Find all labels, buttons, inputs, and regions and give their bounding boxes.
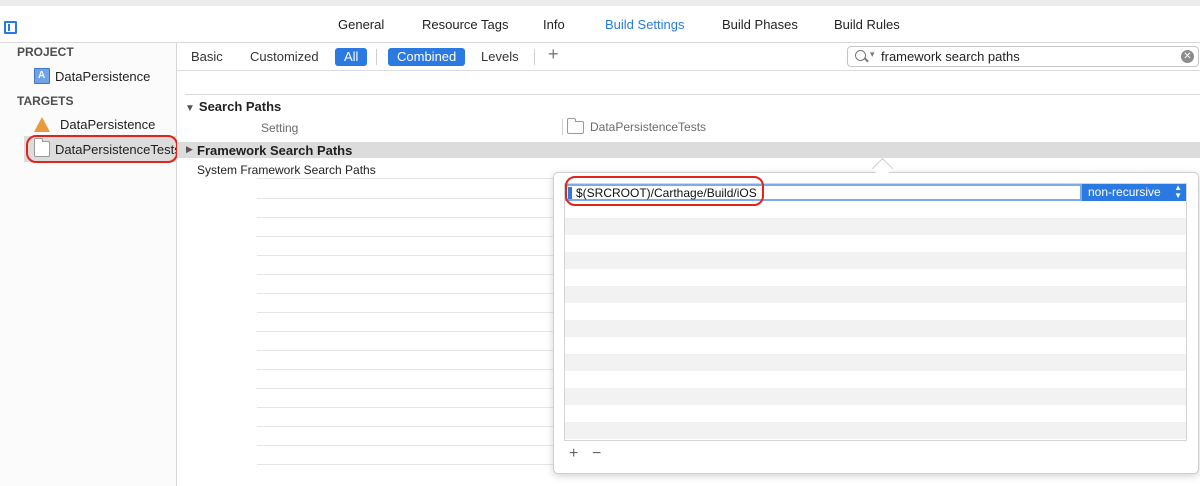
list-item[interactable] xyxy=(565,354,1186,371)
divider xyxy=(257,426,557,427)
search-input[interactable]: ▾ framework search paths ✕ xyxy=(847,46,1199,67)
sidebar-toggle-icon[interactable] xyxy=(4,21,17,34)
list-item[interactable] xyxy=(565,286,1186,303)
project-section-header: PROJECT xyxy=(17,45,74,59)
setting-name: Framework Search Paths xyxy=(197,143,353,158)
column-header-setting: Setting xyxy=(261,121,299,135)
test-bundle-icon xyxy=(567,117,584,134)
recursion-value: non-recursive xyxy=(1088,185,1161,199)
list-item[interactable] xyxy=(565,303,1186,320)
add-setting-button[interactable]: + xyxy=(548,44,559,65)
search-icon xyxy=(855,50,866,61)
clear-icon[interactable]: ✕ xyxy=(1181,50,1194,63)
divider xyxy=(257,369,557,370)
setting-name[interactable]: System Framework Search Paths xyxy=(197,163,376,177)
targets-section-header: TARGETS xyxy=(17,94,74,108)
editor-tab-bar: General Resource Tags Info Build Setting… xyxy=(0,6,1200,43)
tab-general[interactable]: General xyxy=(338,17,384,32)
divider xyxy=(534,49,535,65)
filter-all[interactable]: All xyxy=(335,48,368,66)
search-value: framework search paths xyxy=(881,49,1020,64)
divider xyxy=(257,331,557,332)
list-item[interactable] xyxy=(565,320,1186,337)
sidebar-item-label: DataPersistence xyxy=(60,116,156,132)
sidebar-item-project[interactable]: DataPersistence xyxy=(34,66,150,86)
list-item[interactable] xyxy=(565,422,1186,439)
divider xyxy=(257,217,557,218)
divider xyxy=(257,350,557,351)
divider xyxy=(257,407,557,408)
column-header-target: DataPersistenceTests xyxy=(567,117,707,134)
tab-resource-tags[interactable]: Resource Tags xyxy=(422,17,508,32)
build-settings-filter-bar: Basic Customized All Combined Levels + ▾… xyxy=(177,43,1200,71)
disclosure-triangle-icon: ▶ xyxy=(186,144,193,154)
annotation-highlight-ring xyxy=(565,176,764,206)
chevron-down-icon: ▾ xyxy=(870,49,875,59)
tab-info[interactable]: Info xyxy=(543,17,565,32)
divider xyxy=(257,388,557,389)
list-item[interactable] xyxy=(565,388,1186,405)
table-row[interactable]: ▶ Framework Search Paths xyxy=(177,142,1200,158)
project-navigator: PROJECT DataPersistence TARGETS DataPers… xyxy=(0,43,181,486)
list-item[interactable] xyxy=(565,269,1186,286)
column-divider xyxy=(562,119,563,135)
list-item[interactable] xyxy=(565,218,1186,235)
list-item[interactable] xyxy=(565,371,1186,388)
sidebar-item-label: DataPersistence xyxy=(55,68,151,84)
divider xyxy=(185,94,1200,95)
tab-build-rules[interactable]: Build Rules xyxy=(834,17,900,32)
view-combined[interactable]: Combined xyxy=(388,48,466,66)
section-title: Search Paths xyxy=(198,99,282,114)
view-levels[interactable]: Levels xyxy=(481,49,519,64)
divider xyxy=(376,49,377,65)
divider xyxy=(257,236,557,237)
filter-basic[interactable]: Basic xyxy=(191,49,223,64)
search-paths-popover: $(SRCROOT)/Carthage/Build/iOS non-recurs… xyxy=(553,172,1199,474)
divider xyxy=(257,445,557,446)
list-item[interactable] xyxy=(565,405,1186,422)
filter-customized[interactable]: Customized xyxy=(250,49,319,64)
divider xyxy=(257,293,557,294)
tab-build-phases[interactable]: Build Phases xyxy=(722,17,798,32)
add-path-button[interactable]: + xyxy=(569,445,578,463)
column-header-label: DataPersistenceTests xyxy=(590,120,707,134)
disclosure-triangle-icon: ▼ xyxy=(185,103,195,114)
tab-build-settings[interactable]: Build Settings xyxy=(605,17,685,32)
remove-path-button[interactable]: − xyxy=(592,445,601,463)
list-item[interactable] xyxy=(565,337,1186,354)
app-target-icon xyxy=(34,116,50,132)
list-item[interactable] xyxy=(565,252,1186,269)
sidebar-item-target-app[interactable]: DataPersistence xyxy=(34,114,155,134)
divider xyxy=(257,274,557,275)
project-icon xyxy=(34,68,50,84)
section-header[interactable]: ▼ Search Paths xyxy=(185,99,281,114)
path-list: $(SRCROOT)/Carthage/Build/iOS non-recurs… xyxy=(564,183,1187,441)
divider xyxy=(257,464,557,465)
list-item[interactable] xyxy=(565,235,1186,252)
recursion-select[interactable]: non-recursive ▲ ▼ xyxy=(1082,184,1186,201)
divider xyxy=(257,255,557,256)
divider xyxy=(257,178,557,179)
divider xyxy=(257,312,557,313)
annotation-highlight-ring xyxy=(26,135,178,163)
stepper-arrows-icon: ▲ ▼ xyxy=(1174,183,1182,200)
divider xyxy=(257,198,557,199)
